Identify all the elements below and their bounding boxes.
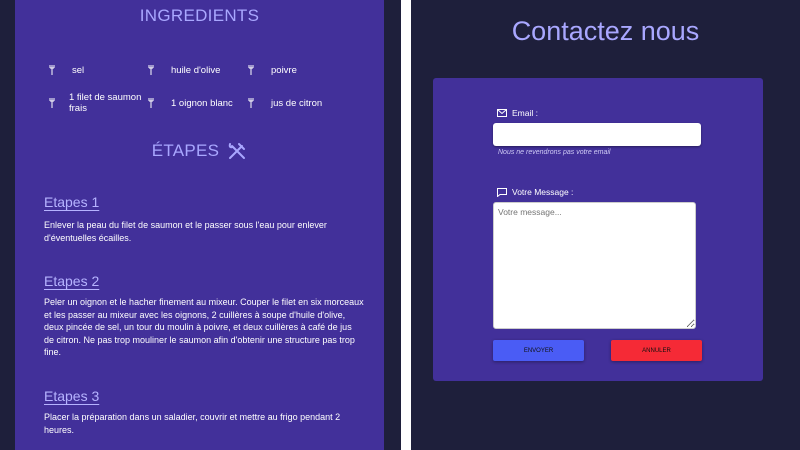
step-title: Etapes 1: [44, 194, 100, 210]
fork-knife-cross-icon: [229, 143, 246, 159]
chat-bubble-icon: [497, 187, 507, 197]
utensils-icon: [248, 98, 254, 108]
message-label: Votre Message :: [512, 187, 574, 197]
ingredients-heading: INGREDIENTS: [139, 6, 260, 25]
steps-heading: ÉTAPES: [151, 141, 220, 160]
send-button[interactable]: ENVOYER: [493, 340, 584, 361]
ingredient-label: jus de citron: [271, 98, 323, 109]
email-hint: Nous ne revendrons pas votre email: [498, 149, 611, 156]
step-text: Enlever la peau du filet de saumon et le…: [44, 220, 327, 243]
ingredient-label: 1 oignon blanc: [171, 98, 233, 109]
ingredient-label: 1 filet de saumon frais: [69, 92, 142, 114]
ingredient-label: huile d'olive: [171, 65, 221, 76]
ingredient-label: poivre: [271, 65, 297, 76]
step-text: Placer la préparation dans un saladier, …: [44, 412, 341, 435]
envelope-icon: [497, 109, 507, 117]
step-title: Etapes 2: [44, 273, 100, 289]
recipe-panel: INGREDIENTS sel huile d'olive poivre 1 f…: [15, 0, 384, 450]
contact-panel: Contactez nous Email : Nous ne revendron…: [411, 0, 800, 450]
steps-heading-row: ÉTAPES: [15, 141, 384, 161]
email-field[interactable]: [493, 123, 701, 146]
utensils-icon: [49, 98, 55, 108]
panel-divider: [401, 0, 411, 450]
message-field[interactable]: [493, 202, 696, 329]
ingredient-label: sel: [72, 65, 85, 76]
utensils-icon: [148, 65, 154, 75]
utensils-icon: [248, 65, 254, 75]
email-label-row: Email :: [497, 108, 538, 118]
message-label-row: Votre Message :: [497, 187, 573, 197]
contact-title: Contactez nous: [511, 16, 700, 46]
contact-form: Email : Nous ne revendrons pas votre ema…: [433, 78, 763, 381]
utensils-icon: [49, 65, 55, 75]
utensils-icon: [148, 98, 154, 108]
email-label: Email :: [512, 108, 538, 118]
step-text: Peler un oignon et le hacher finement au…: [44, 297, 364, 357]
cancel-button[interactable]: ANNULER: [611, 340, 702, 361]
step-title: Etapes 3: [44, 388, 100, 404]
